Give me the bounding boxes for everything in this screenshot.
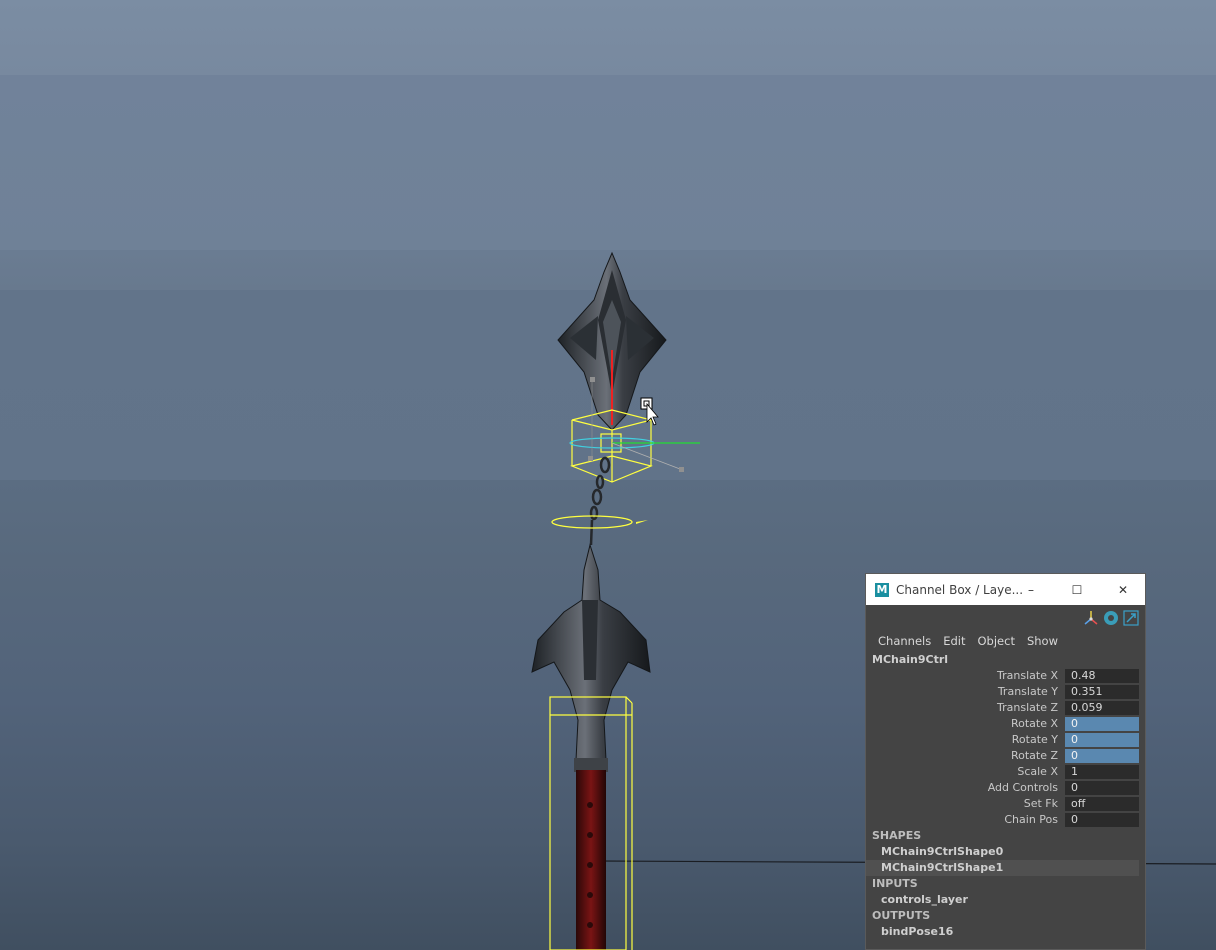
attr-label[interactable]: Translate X [997, 668, 1058, 684]
attr-rotate-x: Rotate X 0 [866, 716, 1145, 732]
title-bar[interactable]: M Channel Box / Laye... – ☐ ✕ [866, 574, 1145, 605]
attr-label[interactable]: Set Fk [1024, 796, 1058, 812]
pivot-handle [588, 456, 593, 461]
channel-box-toolbar [866, 607, 1145, 629]
shapes-header: SHAPES [872, 829, 922, 842]
attr-chain-pos: Chain Pos 0 [866, 812, 1145, 828]
menu-object[interactable]: Object [978, 634, 1015, 648]
attr-value-field[interactable]: 0 [1065, 813, 1139, 827]
shape-item-selected[interactable]: MChain9CtrlShape1 [866, 860, 1139, 876]
attr-value-field[interactable]: 0.059 [1065, 701, 1139, 715]
axis-icon[interactable] [1083, 610, 1099, 626]
attr-label[interactable]: Scale X [1017, 764, 1058, 780]
attr-value-field[interactable]: 0 [1065, 749, 1139, 763]
attr-translate-y: Translate Y 0.351 [866, 684, 1145, 700]
pivot-handle-top [590, 377, 595, 382]
input-item[interactable]: controls_layer [866, 892, 1145, 908]
attr-value-field[interactable]: 0.351 [1065, 685, 1139, 699]
menu-channels[interactable]: Channels [878, 634, 931, 648]
attr-label[interactable]: Rotate Z [1011, 748, 1058, 764]
chain [589, 456, 611, 546]
attr-translate-x: Translate X 0.48 [866, 668, 1145, 684]
close-icon: ✕ [1117, 582, 1129, 597]
inputs-header: INPUTS [872, 877, 918, 890]
output-item[interactable]: bindPose16 [866, 924, 1145, 940]
outputs-header: OUTPUTS [872, 909, 931, 922]
maximize-icon: ☐ [1071, 582, 1083, 597]
attr-value-field[interactable]: 0 [1065, 717, 1139, 731]
attr-translate-z: Translate Z 0.059 [866, 700, 1145, 716]
minimize-icon: – [1028, 582, 1034, 597]
shape-item[interactable]: MChain9CtrlShape0 [866, 844, 1145, 860]
attr-value-field[interactable]: 0 [1065, 781, 1139, 795]
attr-rotate-z: Rotate Z 0 [866, 748, 1145, 764]
scale-handle [679, 467, 684, 472]
attr-label[interactable]: Translate Z [997, 700, 1058, 716]
attr-set-fk: Set Fk off [866, 796, 1145, 812]
attr-value-field[interactable]: 0.48 [1065, 669, 1139, 683]
window-title: Channel Box / Laye... [896, 582, 1024, 597]
attr-value-field[interactable]: 1 [1065, 765, 1139, 779]
attr-scale-x: Scale X 1 [866, 764, 1145, 780]
maya-logo-icon: M [875, 582, 889, 597]
attr-label[interactable]: Chain Pos [1004, 812, 1058, 828]
attr-value-field[interactable]: 0 [1065, 733, 1139, 747]
minimize-button[interactable]: – [1008, 574, 1054, 605]
menu-show[interactable]: Show [1027, 634, 1058, 648]
menu-edit[interactable]: Edit [943, 634, 965, 648]
attr-value-field[interactable]: off [1065, 797, 1139, 811]
channel-box-menu-bar: Channels Edit Object Show [866, 631, 1145, 651]
ring-arrow [636, 520, 648, 524]
link-icon[interactable] [1123, 610, 1139, 626]
object-name[interactable]: MChain9Ctrl [866, 651, 1145, 668]
maximize-button[interactable]: ☐ [1054, 574, 1100, 605]
attr-label[interactable]: Rotate Y [1012, 732, 1058, 748]
key-icon[interactable] [1103, 610, 1119, 626]
attribute-list: Translate X 0.48 Translate Y 0.351 Trans… [866, 668, 1145, 828]
attr-rotate-y: Rotate Y 0 [866, 732, 1145, 748]
attr-label[interactable]: Rotate X [1011, 716, 1058, 732]
attr-label[interactable]: Translate Y [998, 684, 1058, 700]
attr-add-controls: Add Controls 0 [866, 780, 1145, 796]
channel-box-window: M Channel Box / Laye... – ☐ ✕ Channels E… [865, 573, 1146, 950]
attr-label[interactable]: Add Controls [988, 780, 1058, 796]
close-button[interactable]: ✕ [1100, 574, 1146, 605]
